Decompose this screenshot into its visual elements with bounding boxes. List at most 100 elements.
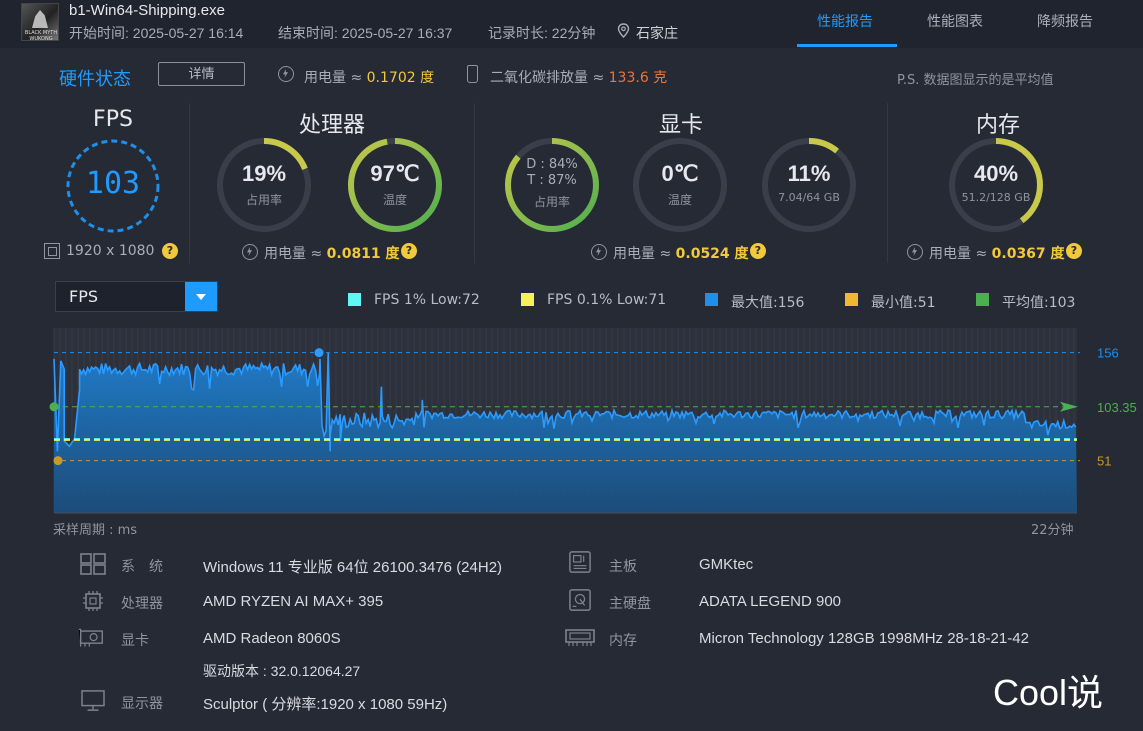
ram-power: 用电量 ≈ 0.0367 度 — [929, 246, 1065, 262]
tab-performance-report[interactable]: 性能报告 — [817, 11, 873, 31]
motherboard-icon — [569, 551, 591, 573]
cpu-title: 处理器 — [298, 113, 365, 138]
divider — [474, 103, 475, 263]
avg-line-label: 103.35 — [1097, 400, 1137, 415]
watermark: Cool说 — [993, 672, 1104, 713]
gpu-value: AMD Radeon 8060S — [203, 630, 341, 647]
app-icon: BLACK MYTH WUKONG — [21, 3, 59, 42]
help-icon[interactable]: ? — [401, 243, 417, 259]
cpu-temp-value: 97℃ — [370, 161, 420, 186]
start-time: 开始时间: 2025-05-27 16:14 — [69, 25, 244, 41]
gpu-temp-label: 温度 — [667, 193, 692, 207]
power-icon — [907, 244, 923, 260]
resolution-text: 1920 x 1080 — [66, 243, 155, 259]
hard-disk-icon — [569, 589, 591, 611]
max-line-label: 156 — [1097, 346, 1119, 361]
monitor-icon — [81, 690, 105, 711]
cpu-usage-gauge: 19% 占用率 — [216, 137, 312, 233]
os-value: Windows 11 专业版 64位 26100.3476 (24H2) — [203, 559, 503, 576]
memory-stick-icon — [565, 629, 595, 646]
graphics-card-icon — [78, 628, 103, 647]
legend-swatch — [705, 293, 718, 306]
gpu-t-line: T : 87% — [527, 173, 577, 188]
cpu-usage-value: 19% — [241, 161, 287, 186]
gpu-temp-gauge: 0℃ 温度 — [632, 137, 728, 233]
gpu-temp-value: 0℃ — [661, 161, 699, 186]
active-tab-indicator — [797, 44, 897, 47]
gpu-mem-sub: 7.04/64 GB — [778, 191, 840, 204]
os-label: 系 统 — [121, 559, 163, 575]
gpu-power: 用电量 ≈ 0.0524 度 — [613, 246, 749, 262]
board-value: GMKtec — [699, 556, 754, 573]
cpu-label: 处理器 — [121, 596, 163, 612]
help-icon[interactable]: ? — [162, 243, 178, 259]
metric-select[interactable]: FPS — [55, 281, 218, 312]
cpu-chip-icon — [83, 591, 103, 611]
header-bar: BLACK MYTH WUKONG b1-Win64-Shipping.exe … — [0, 0, 1143, 48]
co2-emission: 二氧化碳排放量 ≈ 133.6 克 — [490, 70, 668, 86]
disk-value: ADATA LEGEND 900 — [699, 593, 842, 610]
legend-label: 最大值:156 — [731, 295, 805, 311]
disk-label: 主硬盘 — [609, 596, 651, 612]
mem-label: 内存 — [609, 633, 637, 649]
windows-icon — [80, 553, 106, 575]
board-label: 主板 — [609, 559, 637, 575]
total-power: 用电量 ≈ 0.1702 度 — [304, 70, 435, 86]
gpu-title: 显卡 — [658, 113, 703, 138]
x-axis-label: 采样周期 : ms — [53, 523, 138, 538]
cpu-usage-label: 占用率 — [245, 193, 282, 207]
ram-usage-sub: 51.2/128 GB — [961, 191, 1031, 204]
fps-title: FPS — [93, 107, 133, 132]
power-icon — [591, 244, 607, 260]
power-icon — [242, 244, 258, 260]
ram-usage-value: 40% — [973, 161, 1019, 186]
chevron-down-icon[interactable] — [185, 282, 217, 311]
divider — [887, 103, 888, 263]
tab-throttle-report[interactable]: 降频报告 — [1037, 11, 1093, 31]
fps-value: 103 — [85, 166, 141, 201]
min-marker — [53, 456, 63, 466]
help-icon[interactable]: ? — [750, 243, 766, 259]
avg-marker — [49, 402, 59, 412]
tab-performance-chart[interactable]: 性能图表 — [927, 11, 983, 31]
help-icon[interactable]: ? — [1066, 243, 1082, 259]
display-value: Sculptor ( 分辨率:1920 x 1080 59Hz) — [203, 696, 448, 713]
duration: 记录时长: 22分钟 — [488, 25, 596, 41]
legend-label: 平均值:103 — [1002, 295, 1076, 311]
gpu-d-line: D : 84% — [526, 157, 578, 172]
power-icon — [278, 66, 294, 82]
app-name: b1-Win64-Shipping.exe — [69, 2, 225, 19]
driver-version: 驱动版本 : 32.0.12064.27 — [203, 663, 361, 679]
min-line-label: 51 — [1097, 454, 1111, 469]
legend-swatch — [976, 293, 989, 306]
resolution-icon — [44, 243, 60, 259]
legend-swatch — [845, 293, 858, 306]
legend-label: 最小值:51 — [871, 295, 936, 311]
cpu-power: 用电量 ≈ 0.0811 度 — [264, 246, 400, 262]
cpu-value: AMD RYZEN AI MAX+ 395 — [203, 593, 384, 610]
ram-title: 内存 — [975, 113, 1020, 138]
location-text: 石家庄 — [636, 25, 678, 41]
hardware-status-title: 硬件状态 — [59, 69, 131, 90]
gpu-mem-gauge: 11% 7.04/64 GB — [761, 137, 857, 233]
fps-chart: 156 103.35 51 — [49, 328, 1137, 514]
x-axis-end-label: 22分钟 — [1031, 523, 1074, 538]
legend-swatch — [521, 293, 534, 306]
cpu-temp-gauge: 97℃ 温度 — [347, 137, 443, 233]
detail-button[interactable]: 详情 — [158, 62, 245, 86]
location-pin-icon — [617, 23, 630, 38]
gpu-mem-value: 11% — [787, 161, 831, 186]
display-label: 显示器 — [121, 696, 163, 712]
ram-usage-gauge: 40% 51.2/128 GB — [948, 137, 1044, 233]
divider — [189, 103, 190, 263]
cpu-temp-label: 温度 — [382, 193, 407, 207]
metric-select-value: FPS — [69, 287, 99, 306]
average-note: P.S. 数据图显示的是平均值 — [897, 73, 1054, 88]
co2-bottle-icon — [467, 65, 478, 83]
legend-label: FPS 1% Low:72 — [374, 292, 480, 308]
mem-value: Micron Technology 128GB 1998MHz 28-18-21… — [699, 630, 1029, 647]
gpu-usage-label: 占用率 — [533, 195, 570, 209]
gpu-usage-gauge: D : 84% T : 87% 占用率 — [504, 137, 600, 233]
legend-label: FPS 0.1% Low:71 — [547, 292, 667, 308]
legend-swatch — [348, 293, 361, 306]
